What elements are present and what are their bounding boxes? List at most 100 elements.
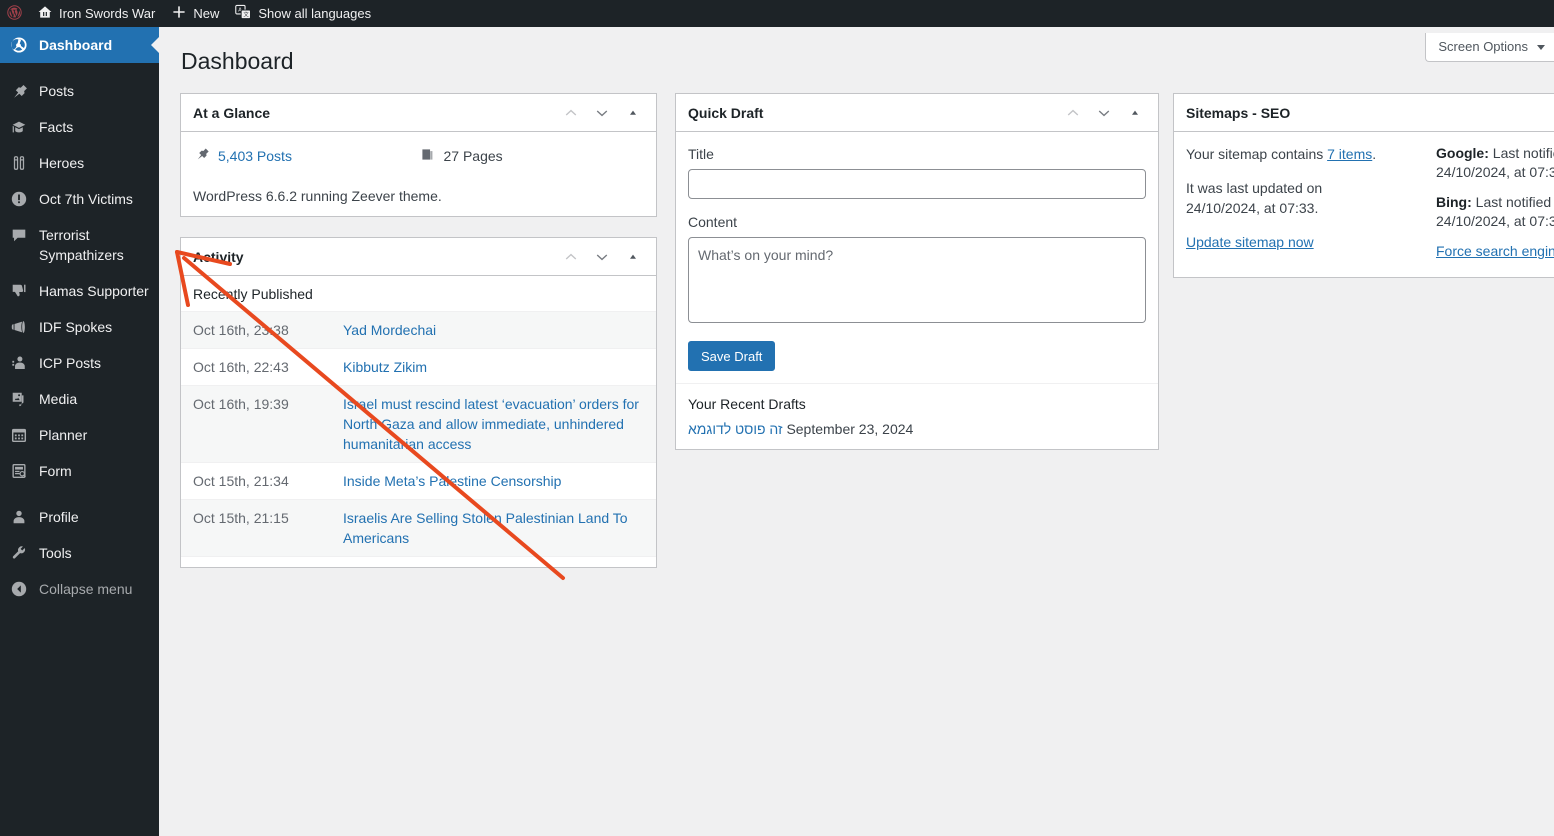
activity-post-link[interactable]: Inside Meta’s Palestine Censorship [343, 471, 644, 491]
site-name-label: Iron Swords War [59, 7, 155, 20]
activity-date: Oct 15th, 21:15 [193, 508, 343, 528]
collapse-menu-button[interactable]: Collapse menu [0, 571, 159, 607]
chevron-down-icon [1537, 45, 1545, 50]
quick-draft-title-input[interactable] [688, 169, 1146, 199]
pages-count-cell: 27 Pages [419, 146, 645, 166]
dashboard-icon [9, 35, 29, 55]
move-down-icon[interactable] [591, 246, 613, 268]
activity-header: Activity [181, 238, 656, 276]
wrench-icon [9, 543, 29, 563]
wordpress-logo-menu[interactable] [0, 0, 29, 27]
show-all-languages-label: Show all languages [258, 7, 371, 20]
sidebar-item-icp-posts[interactable]: ICP Posts [0, 345, 159, 381]
sidebar-item-facts[interactable]: Facts [0, 109, 159, 145]
force-search-engines-link[interactable]: Force search engin [1436, 243, 1554, 259]
sidebar-item-form[interactable]: Form [0, 453, 159, 489]
wordpress-logo-icon [6, 4, 23, 24]
show-all-languages-menu[interactable]: A 文 Show all languages [227, 0, 379, 27]
bing-text: Last notified [1472, 194, 1551, 210]
sidebar-item-label: Oct 7th Victims [39, 189, 133, 209]
toggle-panel-icon[interactable] [1124, 102, 1146, 124]
sitemap-updated-line: It was last updated on 24/10/2024, at 07… [1186, 178, 1436, 232]
pin-icon [9, 81, 29, 101]
toggle-panel-icon[interactable] [622, 102, 644, 124]
activity-post-link[interactable]: Kibbutz Zikim [343, 357, 644, 377]
thumbs-down-icon [9, 281, 29, 301]
admin-bar: Iron Swords War New A 文 Show all languag… [0, 0, 1554, 27]
sitemaps-seo-body: Your sitemap contains 7 items. It was la… [1174, 132, 1554, 277]
recent-drafts-heading: Your Recent Drafts [688, 396, 1146, 421]
activity-date: Oct 16th, 23:38 [193, 320, 343, 340]
move-down-icon[interactable] [591, 102, 613, 124]
sitemap-updated-date: 24/10/2024, at 07:33. [1186, 198, 1436, 218]
google-date: 24/10/2024, at 07:3 [1436, 163, 1554, 182]
activity-post-link[interactable]: Yad Mordechai [343, 320, 644, 340]
widget-title: At a Glance [193, 105, 270, 121]
sidebar-separator [0, 489, 159, 499]
sidebar-item-media[interactable]: Media [0, 381, 159, 417]
activity-row: Oct 16th, 23:38 Yad Mordechai [181, 312, 656, 349]
comment-icon [9, 225, 29, 245]
translate-icon: A 文 [235, 4, 252, 23]
activity-date: Oct 15th, 21:34 [193, 471, 343, 491]
widget-title: Quick Draft [688, 105, 763, 121]
sidebar-item-label: Terrorist Sympathizers [39, 225, 159, 265]
toggle-panel-icon[interactable] [622, 246, 644, 268]
at-a-glance-widget: At a Glance [180, 93, 657, 217]
posts-count-link[interactable]: 5,403 Posts [218, 148, 292, 164]
google-notification: Google: Last notifie 24/10/2024, at 07:3 [1436, 144, 1554, 193]
plus-icon [171, 4, 187, 23]
admin-sidebar-menu: Dashboard Posts Facts Heroes Oct 7th Vic… [0, 27, 159, 836]
sidebar-item-heroes[interactable]: Heroes [0, 145, 159, 181]
wordpress-version-text: WordPress 6.6.2 running Zeever theme. [193, 172, 644, 204]
calendar-icon [9, 425, 29, 445]
activity-row: Oct 15th, 21:34 Inside Meta’s Palestine … [181, 463, 656, 500]
quick-draft-title-label: Title [688, 144, 1146, 169]
save-draft-button[interactable]: Save Draft [688, 341, 775, 371]
sidebar-item-label: Tools [39, 543, 72, 563]
move-up-icon[interactable] [560, 246, 582, 268]
collapse-menu-label: Collapse menu [39, 579, 132, 599]
sidebar-item-label: Heroes [39, 153, 84, 173]
user-icon [9, 507, 29, 527]
screen-options-toggle[interactable]: Screen Options [1425, 33, 1554, 62]
sidebar-item-profile[interactable]: Profile [0, 499, 159, 535]
site-name-menu[interactable]: Iron Swords War [29, 0, 163, 27]
activity-post-link[interactable]: Israel must rescind latest ‘evacuation’ … [343, 394, 644, 454]
at-a-glance-counts: 5,403 Posts 27 Pages [193, 144, 644, 172]
draft-title-link[interactable]: זה פוסט לדוגמא [688, 421, 783, 437]
sidebar-item-hamas-supporter[interactable]: Hamas Supporter [0, 273, 159, 309]
sidebar-item-terrorist-sympathizers[interactable]: Terrorist Sympathizers [0, 217, 159, 273]
dashboard-column-3: Sitemaps - SEO Your sitemap contains 7 i… [1173, 93, 1554, 298]
bing-date: 24/10/2024, at 07:3 [1436, 212, 1554, 231]
list-item: זה פוסט לדוגמא September 23, 2024 [688, 421, 1146, 437]
dashboard-column-1: At a Glance [180, 93, 657, 588]
quick-draft-header: Quick Draft [676, 94, 1158, 132]
activity-post-link[interactable]: Israelis Are Selling Stolen Palestinian … [343, 508, 644, 548]
heroes-icon [9, 153, 29, 173]
move-up-icon[interactable] [1062, 102, 1084, 124]
activity-date: Oct 16th, 22:43 [193, 357, 343, 377]
sidebar-item-oct-7th-victims[interactable]: Oct 7th Victims [0, 181, 159, 217]
quick-draft-content-textarea[interactable] [688, 237, 1146, 323]
sitemap-summary: Your sitemap contains 7 items. It was la… [1186, 144, 1436, 261]
move-down-icon[interactable] [1093, 102, 1115, 124]
new-content-menu[interactable]: New [163, 0, 227, 27]
sitemap-items-link[interactable]: 7 items [1327, 146, 1372, 162]
sidebar-item-tools[interactable]: Tools [0, 535, 159, 571]
sidebar-item-idf-spokes[interactable]: IDF Spokes [0, 309, 159, 345]
screen-options-label: Screen Options [1438, 39, 1528, 54]
sidebar-item-dashboard[interactable]: Dashboard [0, 27, 159, 63]
activity-row: Oct 16th, 19:39 Israel must rescind late… [181, 386, 656, 463]
sidebar-item-planner[interactable]: Planner [0, 417, 159, 453]
sidebar-item-posts[interactable]: Posts [0, 73, 159, 109]
sidebar-item-label: Facts [39, 117, 73, 137]
home-icon [37, 4, 53, 23]
sitemap-contains-line: Your sitemap contains 7 items. [1186, 144, 1436, 178]
quick-draft-widget: Quick Draft Title Content [675, 93, 1159, 450]
update-sitemap-link[interactable]: Update sitemap now [1186, 234, 1314, 250]
move-up-icon[interactable] [560, 102, 582, 124]
activity-date: Oct 16th, 19:39 [193, 394, 343, 414]
search-engine-notifications: Google: Last notifie 24/10/2024, at 07:3… [1436, 144, 1554, 261]
sidebar-item-label: Dashboard [39, 35, 112, 55]
